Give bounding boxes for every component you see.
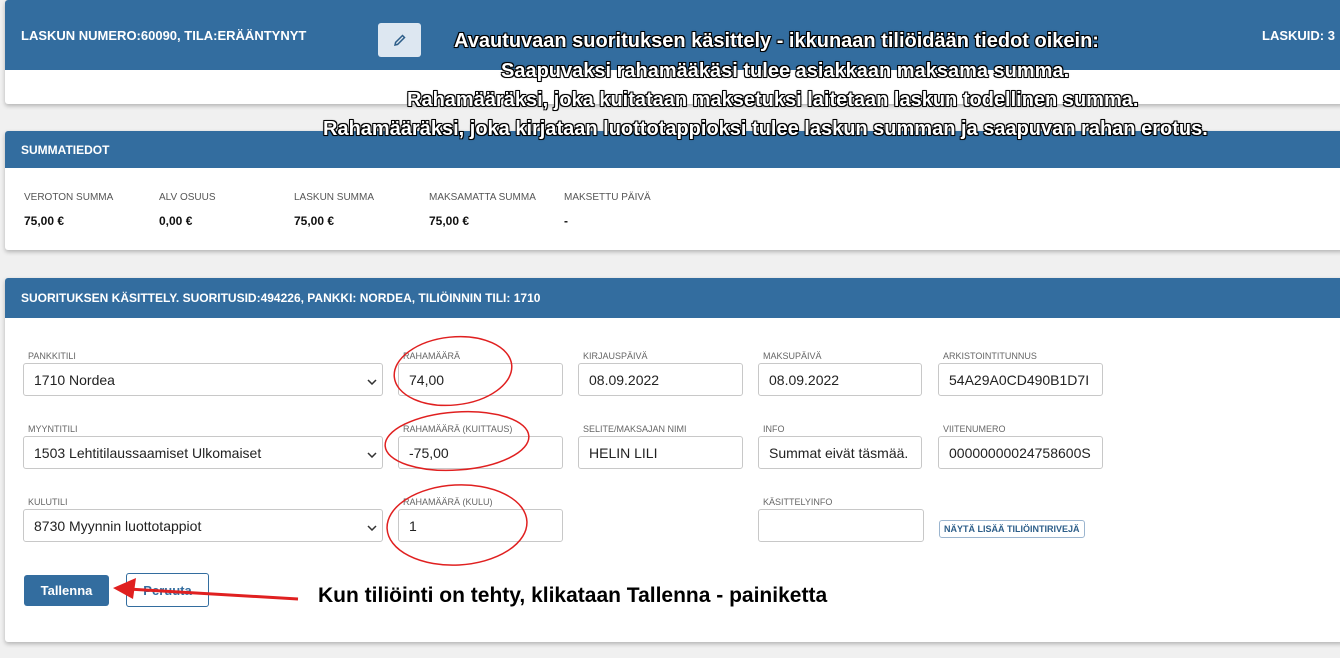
rahamaara-kulu-input[interactable]: 1 — [398, 509, 563, 542]
maksupaiva-field: MAKSUPÄIVÄ 08.09.2022 — [758, 351, 922, 396]
edit-button[interactable] — [378, 23, 421, 57]
kasittelyinfo-input[interactable] — [758, 509, 924, 542]
summary-card: SUMMATIEDOT VEROTON SUMMA 75,00 € ALV OS… — [5, 131, 1340, 250]
cancel-button[interactable]: Peruuta — [126, 573, 209, 607]
summary-col-laskun-summa: LASKUN SUMMA 75,00 € — [294, 192, 374, 228]
rahamaara-kulu-label: RAHAMÄÄRÄ (KULU) — [403, 497, 493, 507]
viitenumero-label: VIITENUMERO — [943, 424, 1006, 434]
payment-title-prefix: SUORITUKSEN KÄSITTELY. SUORITUSID: — [21, 291, 261, 305]
info-input[interactable]: Summat eivät täsmää. — [758, 436, 922, 469]
pankkitili-label: PANKKITILI — [28, 351, 76, 361]
maksupaiva-label: MAKSUPÄIVÄ — [763, 351, 822, 361]
pencil-icon — [393, 34, 406, 47]
arkistointitunnus-input[interactable]: 54A29A0CD490B1D7I — [938, 363, 1103, 396]
summary-col-maksamatta: MAKSAMATTA SUMMA 75,00 € — [429, 192, 536, 228]
show-more-rows-button[interactable]: NÄYTÄ LISÄÄ TILIÖINTIRIVEJÄ — [939, 520, 1085, 538]
summary-label: MAKSETTU PÄIVÄ — [564, 192, 651, 203]
payment-id: 494226 — [260, 291, 301, 305]
payment-title-bank: , PANKKI: NORDEA, TILIÖINNIN TILI: 1710 — [300, 291, 541, 305]
save-button[interactable]: Tallenna — [24, 575, 109, 606]
viitenumero-input[interactable]: 00000000024758600S — [938, 436, 1103, 469]
rahamaara-label: RAHAMÄÄRÄ — [403, 351, 461, 361]
maksupaiva-input[interactable]: 08.09.2022 — [758, 363, 922, 396]
annotation-bottom: Kun tiliöinti on tehty, klikataan Tallen… — [318, 584, 828, 607]
info-field: INFO Summat eivät täsmää. — [758, 424, 922, 469]
summary-value: 75,00 € — [294, 214, 335, 228]
annotation-line-4: Rahamääräksi, joka kirjataan luottotappi… — [323, 118, 1208, 140]
rahamaara-kuittaus-label: RAHAMÄÄRÄ (KUITTAUS) — [403, 424, 513, 434]
payment-title: SUORITUKSEN KÄSITTELY. SUORITUSID: 49422… — [5, 278, 1340, 318]
arkistointitunnus-label: ARKISTOINTITUNNUS — [943, 351, 1037, 361]
summary-value: 0,00 € — [159, 214, 193, 228]
myyntitili-field: MYYNTITILI 1503 Lehtitilaussaamiset Ulko… — [23, 424, 383, 469]
summary-label: ALV OSUUS — [159, 192, 216, 203]
summary-value: 75,00 € — [24, 214, 65, 228]
chevron-down-icon — [367, 525, 377, 531]
pankkitili-field: PANKKITILI 1710 Nordea — [23, 351, 383, 396]
summary-value: 75,00 € — [429, 214, 470, 228]
summary-label: LASKUN SUMMA — [294, 192, 375, 203]
annotation-line-1: Avautuvaan suorituksen käsittely - ikkun… — [454, 30, 1099, 52]
selite-label: SELITE/MAKSAJAN NIMI — [583, 424, 687, 434]
rahamaara-kulu-field: RAHAMÄÄRÄ (KULU) 1 — [398, 497, 563, 542]
summary-col-veroton: VEROTON SUMMA 75,00 € — [24, 192, 113, 228]
rahamaara-kuittaus-field: RAHAMÄÄRÄ (KUITTAUS) -75,00 — [398, 424, 563, 469]
invoice-number: 60090 — [140, 27, 178, 43]
summary-col-alv: ALV OSUUS 0,00 € — [159, 192, 216, 228]
kasittelyinfo-field: KÄSITTELYINFO — [758, 497, 924, 542]
invoice-status-label: , TILA: — [177, 27, 218, 43]
rahamaara-kuittaus-input[interactable]: -75,00 — [398, 436, 563, 469]
summary-label: VEROTON SUMMA — [24, 192, 114, 203]
myyntitili-label: MYYNTITILI — [28, 424, 78, 434]
invoice-label: LASKUN NUMERO: — [21, 27, 141, 43]
annotation-line-2: Saapuvaksi rahamääkäsi tulee asiakkaan m… — [501, 60, 1070, 82]
arkistointitunnus-field: ARKISTOINTITUNNUS 54A29A0CD490B1D7I — [938, 351, 1103, 396]
kirjauspaiva-label: KIRJAUSPÄIVÄ — [583, 351, 648, 361]
annotation-line-3: Rahamääräksi, joka kuitataan maksetuksi … — [407, 89, 1139, 111]
selite-input[interactable]: HELIN LILI — [578, 436, 743, 469]
invoice-id-label: LASKUID: 3 — [1262, 28, 1335, 43]
viitenumero-field: VIITENUMERO 00000000024758600S — [938, 424, 1103, 469]
summary-value: - — [564, 214, 568, 228]
summary-col-maksettu: MAKSETTU PÄIVÄ - — [564, 192, 651, 228]
chevron-down-icon — [367, 379, 377, 385]
kulutili-label: KULUTILI — [28, 497, 68, 507]
kirjauspaiva-input[interactable]: 08.09.2022 — [578, 363, 743, 396]
kirjauspaiva-field: KIRJAUSPÄIVÄ 08.09.2022 — [578, 351, 743, 396]
rahamaara-input[interactable]: 74,00 — [398, 363, 563, 396]
kulutili-select[interactable]: 8730 Myynnin luottotappiot — [23, 509, 383, 542]
selite-field: SELITE/MAKSAJAN NIMI HELIN LILI — [578, 424, 743, 469]
rahamaara-field: RAHAMÄÄRÄ 74,00 — [398, 351, 563, 396]
kulutili-field: KULUTILI 8730 Myynnin luottotappiot — [23, 497, 383, 542]
summary-label: MAKSAMATTA SUMMA — [429, 192, 536, 203]
pankkitili-select[interactable]: 1710 Nordea — [23, 363, 383, 396]
info-label: INFO — [763, 424, 785, 434]
myyntitili-select[interactable]: 1503 Lehtitilaussaamiset Ulkomaiset — [23, 436, 383, 469]
chevron-down-icon — [367, 452, 377, 458]
kasittelyinfo-label: KÄSITTELYINFO — [763, 497, 833, 507]
invoice-status: ERÄÄNTYNYT — [217, 27, 307, 43]
